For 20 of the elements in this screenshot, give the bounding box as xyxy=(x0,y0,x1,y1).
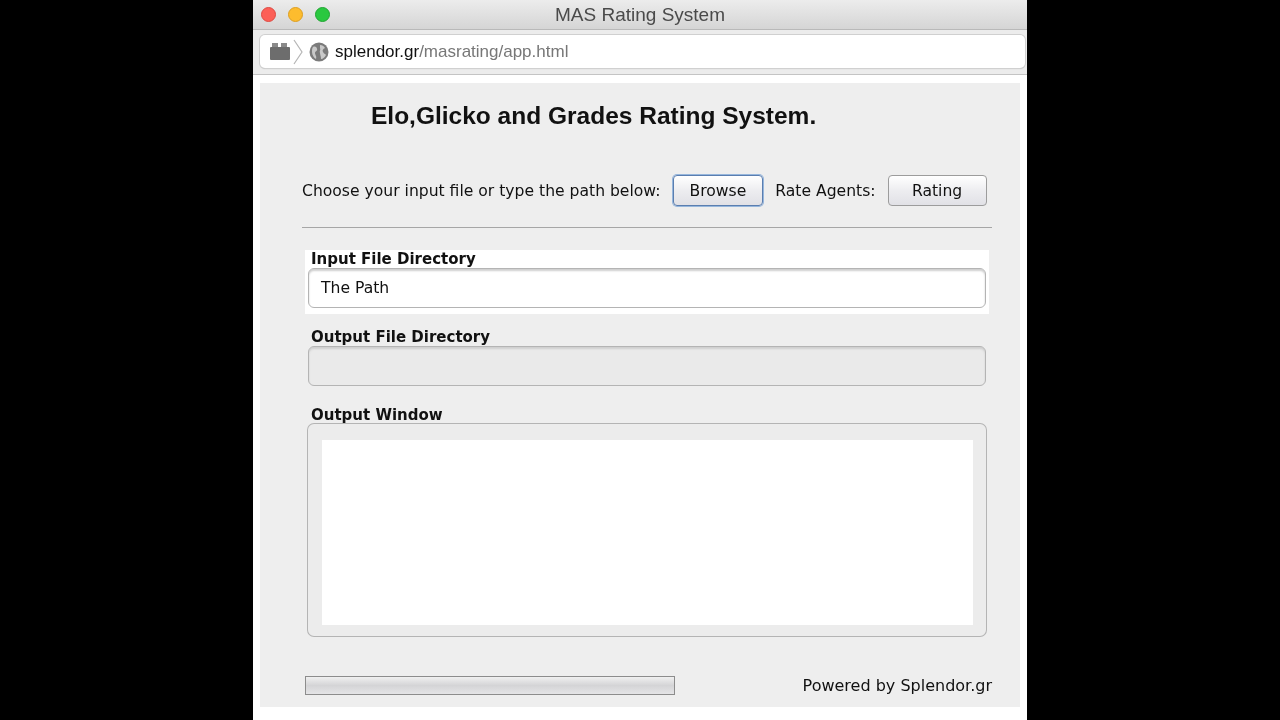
url-text[interactable]: splendor.gr/masrating/app.html xyxy=(335,41,569,62)
text-field[interactable]: The Path xyxy=(308,268,986,308)
minimize-button[interactable] xyxy=(288,7,303,22)
address-field[interactable]: splendor.gr/masrating/app.html xyxy=(260,35,1025,68)
toolbar-label: Rate Agents: xyxy=(775,181,876,200)
window-title: MAS Rating System xyxy=(555,3,725,26)
chevron-icon xyxy=(293,38,303,65)
toolbar-button[interactable]: Browse xyxy=(672,175,764,206)
toolbar-button[interactable]: Rating xyxy=(887,175,987,206)
tabs-icon[interactable] xyxy=(270,43,290,60)
close-button[interactable] xyxy=(261,7,276,22)
zoom-button[interactable] xyxy=(315,7,330,22)
field-label: Output File Directory xyxy=(310,328,491,346)
footer-text: Powered by Splendor.gr xyxy=(802,676,992,695)
field-label: Input File Directory xyxy=(310,250,476,268)
toolbar-label: Choose your input file or type the path below: xyxy=(302,181,661,200)
field-label: Output Window xyxy=(310,406,443,424)
output-text-area[interactable] xyxy=(308,424,986,636)
app-heading: Elo,Glicko and Grades Rating System. xyxy=(371,102,817,130)
globe-icon xyxy=(309,41,329,62)
